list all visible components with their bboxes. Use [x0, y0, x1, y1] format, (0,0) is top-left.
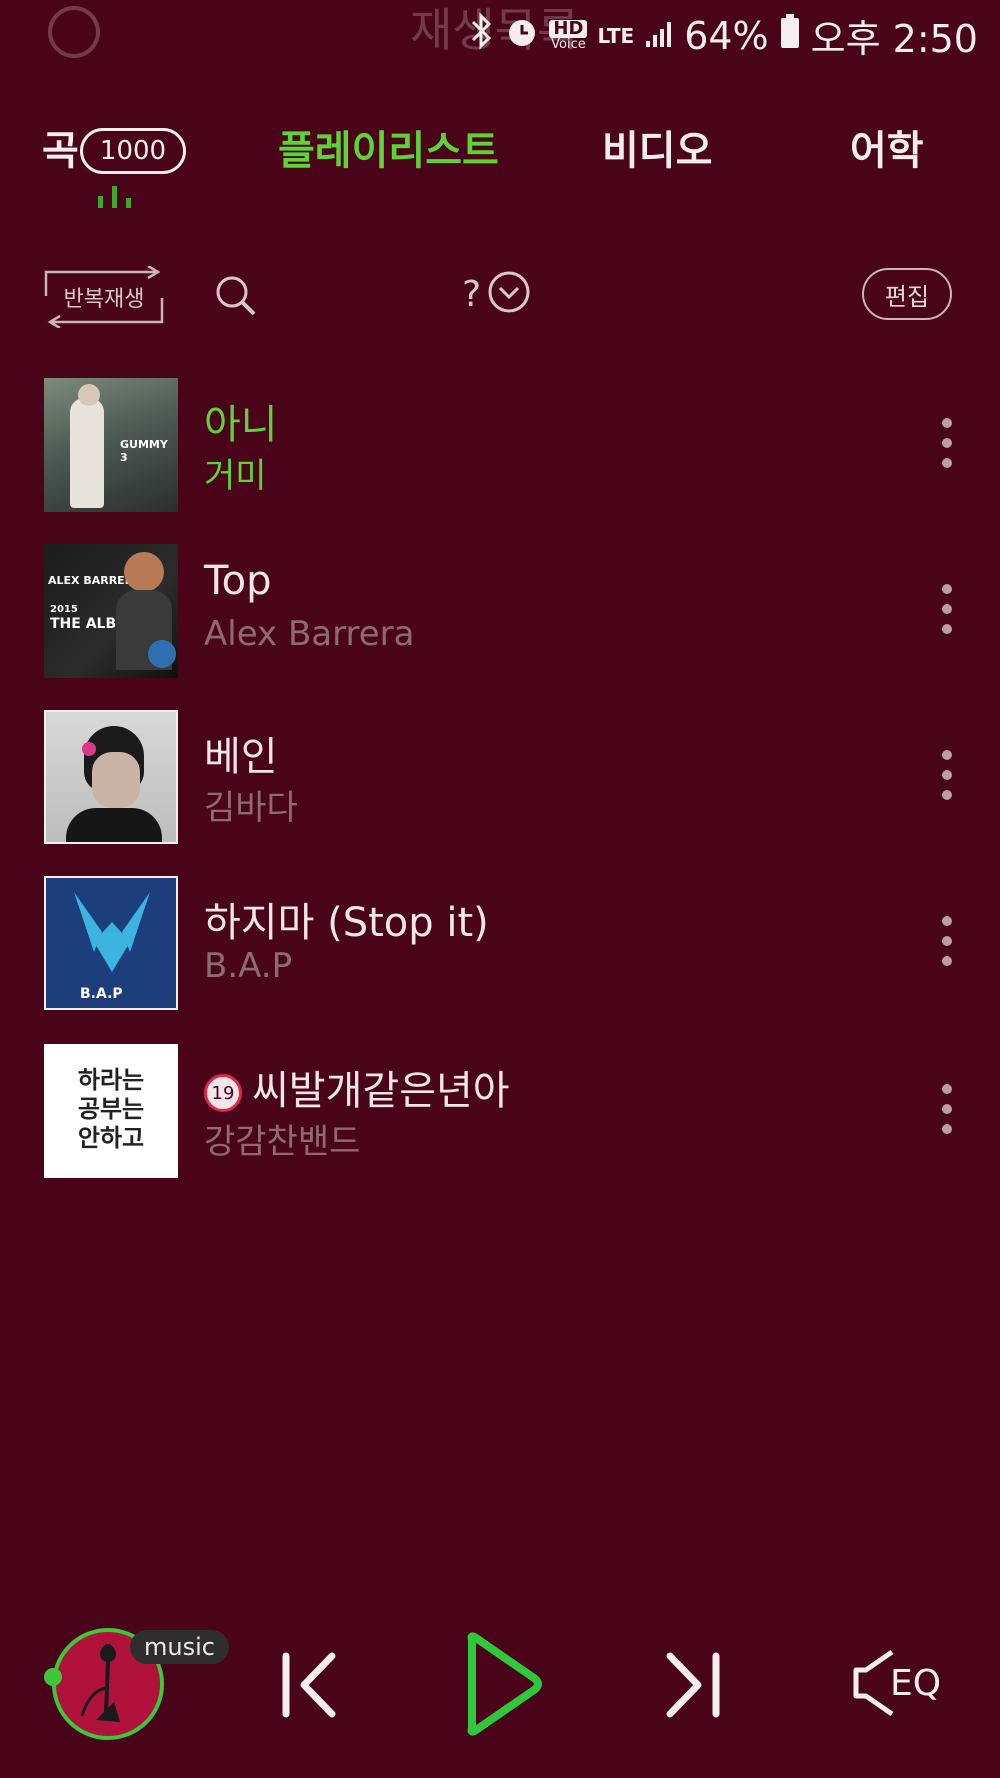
play-button[interactable] [462, 1632, 546, 1740]
clock: 오후 2:50 [810, 17, 978, 61]
album-art: 하라는 공부는 안하고 [44, 1044, 178, 1178]
album-art: B.A.P [44, 876, 178, 1010]
album-art-text: 안하고 [77, 1124, 145, 1152]
search-icon[interactable] [212, 272, 258, 322]
hd-voice-icon: HD Voice [549, 20, 588, 52]
sort-dropdown[interactable]: ? [462, 270, 531, 318]
song-title: 아니 [204, 402, 278, 448]
chevron-down-icon [487, 270, 531, 318]
song-artist: 강감찬밴드 [204, 1122, 361, 1162]
song-count-badge: 1000 [80, 128, 186, 174]
status-bar: 재생목록 HD Voice LTE 64% 오후 2:50 [0, 0, 1000, 70]
hd-label: HD [549, 20, 588, 38]
song-row[interactable]: ALEX BARRERA 2015 THE ALBUM Top Alex Bar… [0, 544, 1000, 694]
signal-icon [644, 14, 674, 58]
song-title: 하지마 (Stop it) [204, 900, 489, 946]
album-art-text: 하라는 [77, 1066, 145, 1094]
tab-language[interactable]: 어학 [850, 118, 924, 176]
album-art-text: B.A.P [80, 986, 123, 1002]
equalizer-button[interactable]: EQ [852, 1648, 941, 1718]
repeat-play-label: 반복재생 [63, 287, 145, 312]
lte-label: LTE [597, 23, 635, 48]
tab-playlist[interactable]: 플레이리스트 [278, 118, 499, 176]
alarm-icon [505, 14, 539, 58]
more-options-icon[interactable] [940, 584, 954, 634]
edit-button[interactable]: 편집 [862, 268, 952, 320]
now-playing-bars-icon [96, 184, 136, 208]
album-art: ALEX BARRERA 2015 THE ALBUM [44, 544, 178, 678]
song-title: 베인 [204, 734, 278, 780]
tab-songs[interactable]: 곡 [42, 118, 79, 176]
eq-label: EQ [890, 1662, 942, 1704]
sort-label: ? [462, 273, 482, 315]
more-options-icon[interactable] [940, 750, 954, 800]
battery-icon [779, 13, 801, 58]
album-art-text: 공부는 [77, 1095, 145, 1123]
tab-video[interactable]: 비디오 [602, 118, 712, 176]
previous-track-icon[interactable] [276, 1650, 342, 1724]
album-art [44, 710, 178, 844]
status-icons: HD Voice LTE 64% 오후 2:50 [469, 8, 978, 63]
song-artist: Alex Barrera [204, 614, 415, 654]
song-artist: B.A.P [204, 946, 293, 986]
more-options-icon[interactable] [940, 1084, 954, 1134]
voice-label: Voice [551, 37, 586, 52]
song-row[interactable]: B.A.P 하지마 (Stop it) B.A.P [0, 876, 1000, 1026]
battery-percent: 64% [684, 13, 769, 58]
more-options-icon[interactable] [940, 916, 954, 966]
song-title: 씨발개같은년아 [252, 1068, 510, 1114]
song-row[interactable]: 베인 김바다 [0, 710, 1000, 860]
song-row[interactable]: 하라는 공부는 안하고 19 씨발개같은년아 강감찬밴드 [0, 1044, 1000, 1194]
age-rating-badge: 19 [204, 1074, 242, 1112]
song-artist: 거미 [204, 456, 267, 496]
playback-indicator [44, 1668, 62, 1686]
song-title: Top [204, 558, 272, 604]
music-tag: music [130, 1630, 229, 1664]
song-artist: 김바다 [204, 788, 298, 828]
song-row[interactable]: GUMMY 3 아니 거미 [0, 378, 1000, 528]
app-logo-icon [48, 6, 100, 58]
bluetooth-icon [469, 12, 495, 59]
album-art: GUMMY 3 [44, 378, 178, 512]
next-track-icon[interactable] [660, 1650, 726, 1724]
repeat-play-button[interactable]: 반복재생 [44, 266, 164, 328]
more-options-icon[interactable] [940, 418, 954, 468]
album-art-text: 2015 [50, 604, 78, 615]
album-art-text: GUMMY 3 [120, 438, 168, 464]
song-title-wrap: 19 씨발개같은년아 [204, 1058, 510, 1116]
